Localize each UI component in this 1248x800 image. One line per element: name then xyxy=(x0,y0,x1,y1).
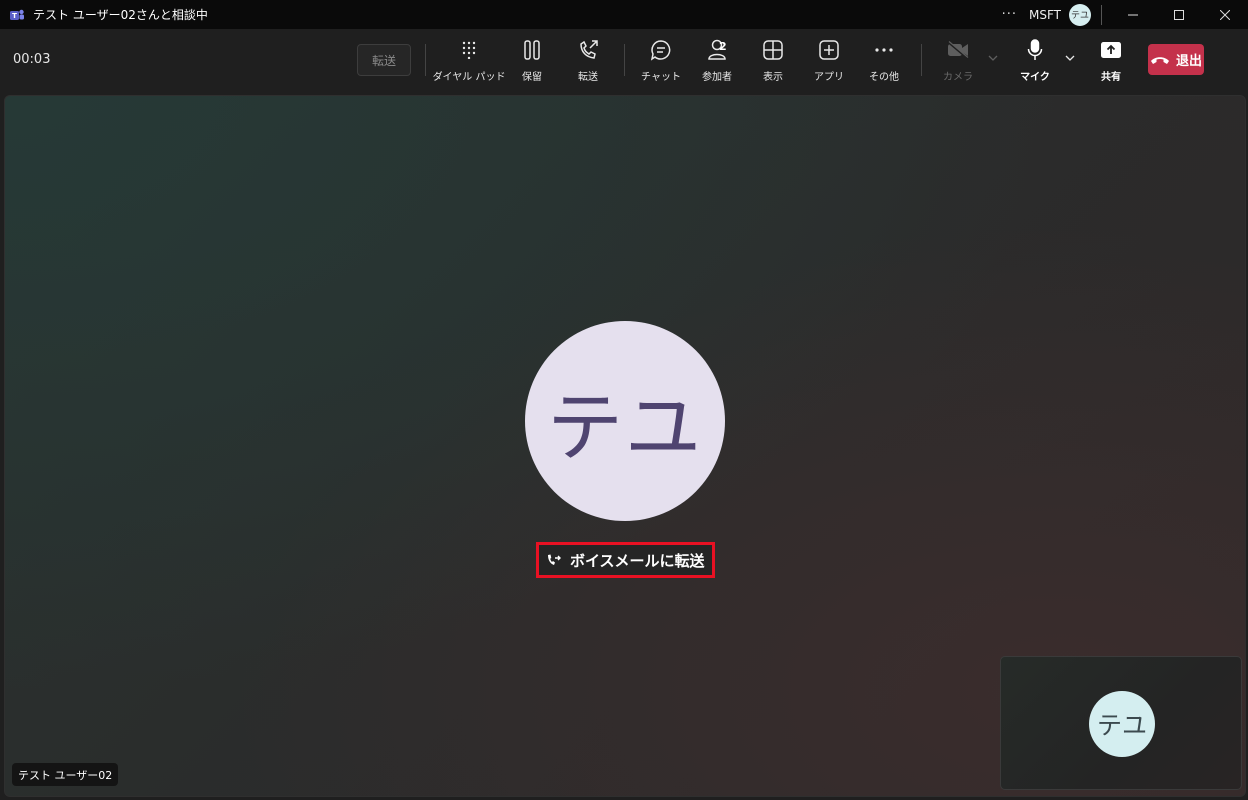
profile-avatar[interactable]: テユ xyxy=(1069,3,1091,26)
microphone-icon xyxy=(1027,39,1043,60)
transfer-label: 転送 xyxy=(578,72,598,83)
camera-off-icon xyxy=(947,41,969,59)
add-app-icon xyxy=(819,40,839,60)
call-stage: テユ ボイスメールに転送 テスト ユーザー02 テユ xyxy=(4,95,1246,797)
mic-options-chevron-icon[interactable] xyxy=(1065,54,1075,62)
grid-view-icon xyxy=(763,40,783,60)
camera-button[interactable]: カメラ xyxy=(941,38,975,84)
more-label: その他 xyxy=(869,72,899,83)
hold-label: 保留 xyxy=(522,72,542,83)
hold-button[interactable]: 保留 xyxy=(515,38,549,84)
leave-button[interactable]: 退出 xyxy=(1148,44,1204,75)
participants-label: 参加者 xyxy=(702,72,732,83)
transfer-button[interactable]: 転送 xyxy=(570,38,606,84)
chat-button[interactable]: チャット xyxy=(641,38,681,84)
maximize-icon xyxy=(1174,9,1184,20)
toolbar-divider xyxy=(425,44,426,76)
participants-count: 2 xyxy=(719,40,727,53)
participant-name-tag: テスト ユーザー02 xyxy=(12,763,119,786)
org-label: MSFT xyxy=(1029,7,1061,22)
dialpad-icon xyxy=(462,41,476,59)
dialpad-button[interactable]: ダイヤル パッド xyxy=(433,38,505,84)
share-screen-icon xyxy=(1101,42,1121,58)
title-bar: T テスト ユーザー02さんと相談中 ··· MSFT テユ xyxy=(0,0,1248,29)
apps-label: アプリ xyxy=(814,72,844,83)
view-button[interactable]: 表示 xyxy=(756,38,790,84)
minimize-button[interactable] xyxy=(1110,0,1156,29)
call-status-text: ボイスメールに転送 xyxy=(570,551,705,570)
leave-label: 退出 xyxy=(1175,54,1202,69)
chat-label: チャット xyxy=(641,72,681,83)
settings-more-button[interactable]: ··· xyxy=(1002,7,1017,22)
svg-text:T: T xyxy=(12,12,17,20)
mic-label: マイク xyxy=(1020,72,1050,83)
apps-button[interactable]: アプリ xyxy=(812,38,846,84)
mic-button[interactable]: マイク xyxy=(1018,38,1052,84)
maximize-button[interactable] xyxy=(1156,0,1202,29)
phone-transfer-icon xyxy=(580,40,598,59)
more-button[interactable]: その他 xyxy=(866,38,902,84)
self-avatar: テユ xyxy=(1089,691,1155,757)
transfer-chip-button[interactable]: 転送 xyxy=(357,44,411,76)
view-label: 表示 xyxy=(763,72,783,83)
call-toolbar: 00:03 転送 ダイヤル パッド 保留 転送 チャット 2 参加者 表示 アプ… xyxy=(0,29,1248,91)
toolbar-divider xyxy=(624,44,625,76)
window-title: テスト ユーザー02さんと相談中 xyxy=(33,8,208,22)
phone-forward-icon xyxy=(548,554,561,565)
teams-logo-icon: T xyxy=(10,9,24,20)
share-button[interactable]: 共有 xyxy=(1094,38,1128,84)
self-view-tile[interactable]: テユ xyxy=(1000,656,1242,790)
participant-avatar: テユ xyxy=(525,321,725,521)
share-label: 共有 xyxy=(1101,72,1121,83)
call-timer: 00:03 xyxy=(13,52,51,67)
title-divider xyxy=(1101,4,1102,25)
chat-icon xyxy=(650,40,671,61)
minimize-icon xyxy=(1128,14,1138,15)
participants-button[interactable]: 2 参加者 xyxy=(698,38,736,84)
camera-label: カメラ xyxy=(943,72,973,83)
call-status-badge: ボイスメールに転送 xyxy=(536,542,715,578)
close-button[interactable] xyxy=(1202,0,1248,29)
hang-up-icon xyxy=(1150,56,1169,64)
camera-options-chevron-icon[interactable] xyxy=(988,54,998,62)
more-icon xyxy=(875,48,893,52)
pause-icon xyxy=(524,40,540,60)
dialpad-label: ダイヤル パッド xyxy=(432,72,506,83)
close-icon xyxy=(1220,9,1230,20)
toolbar-divider xyxy=(921,44,922,76)
